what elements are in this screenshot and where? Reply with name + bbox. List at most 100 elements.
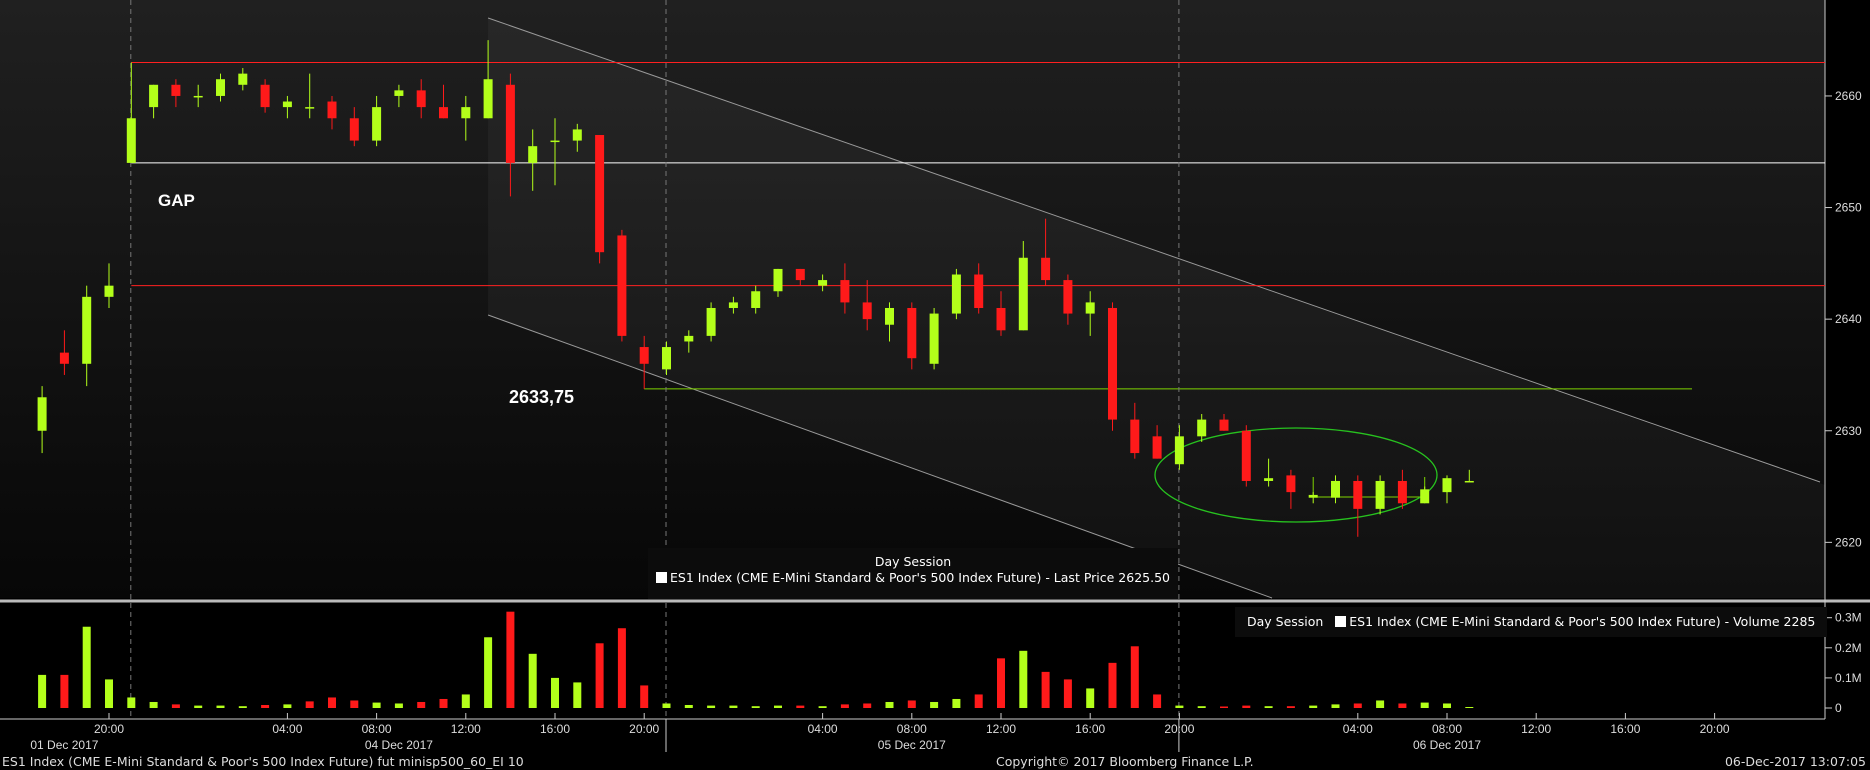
volume-tick-label: 0.2M — [1835, 641, 1862, 655]
time-tick-label: 08:00 — [897, 722, 927, 736]
candle-body — [59, 352, 69, 364]
candle-body — [862, 302, 872, 320]
candle-body — [193, 95, 203, 98]
price-tick-label: 2630 — [1835, 424, 1862, 438]
candle-body — [951, 274, 961, 314]
footer-copyright: Copyright© 2017 Bloomberg Finance L.P. — [996, 754, 1254, 769]
candle-body — [1197, 419, 1207, 437]
candle-body — [1130, 419, 1140, 454]
volume-bar — [171, 704, 180, 708]
volume-legend: Day Session ES1 Index (CME E-Mini Standa… — [1235, 607, 1828, 637]
volume-legend-session: Day Session — [1247, 614, 1324, 629]
low-price-annotation: 2633,75 — [509, 387, 574, 407]
candle-body — [706, 307, 716, 336]
volume-bar — [216, 705, 225, 708]
time-tick-label: 08:00 — [362, 722, 392, 736]
volume-bar — [105, 679, 113, 708]
volume-bar — [484, 637, 493, 708]
candle — [1375, 475, 1385, 515]
candle-body — [1219, 419, 1229, 431]
volume-tick-label: 0 — [1835, 701, 1842, 715]
candle-body — [372, 107, 382, 141]
candle-body — [1264, 478, 1274, 481]
volume-bar — [305, 701, 314, 708]
volume-bar — [149, 701, 158, 708]
price-tick-label: 2640 — [1835, 312, 1862, 326]
volume-bar — [640, 685, 649, 708]
candle-body — [439, 107, 448, 119]
time-tick-label: 04:00 — [1343, 722, 1373, 736]
candle-body — [505, 84, 515, 163]
volume-bar — [1019, 650, 1028, 708]
candle-body — [327, 101, 337, 119]
volume-bar — [684, 704, 693, 708]
volume-bar — [194, 705, 203, 708]
candle-body — [1464, 480, 1474, 483]
volume-bar — [127, 697, 136, 708]
candle-body — [795, 268, 805, 281]
volume-bar — [328, 697, 336, 708]
volume-bar — [1108, 662, 1117, 708]
date-label: 06 Dec 2017 — [1413, 738, 1481, 752]
candle-body — [82, 296, 92, 364]
volume-bar — [751, 706, 760, 708]
candle-body — [885, 307, 894, 325]
gap-annotation: GAP — [158, 191, 195, 210]
time-tick-label: 16:00 — [540, 722, 570, 736]
candle-body — [528, 146, 538, 163]
volume-bar — [1220, 706, 1228, 708]
date-label: 05 Dec 2017 — [878, 738, 946, 752]
volume-bar — [617, 628, 626, 708]
volume-bar — [60, 674, 69, 708]
candle — [951, 268, 961, 320]
volume-bar — [662, 703, 671, 708]
candle — [1241, 425, 1251, 487]
candle-body — [572, 129, 582, 141]
candle-body — [1241, 430, 1251, 481]
candle-body — [1018, 257, 1028, 331]
volume-bar — [1063, 679, 1072, 708]
date-label: 01 Dec 2017 — [30, 738, 98, 752]
volume-tick-label: 0.1M — [1835, 671, 1862, 685]
time-tick-label: 12:00 — [451, 722, 481, 736]
candle-body — [907, 307, 917, 359]
price-tick-label: 2660 — [1835, 89, 1862, 103]
candle-body — [416, 90, 426, 108]
candle-body — [1085, 302, 1095, 314]
volume-bar — [38, 674, 47, 708]
volume-legend-series: ES1 Index (CME E-Mini Standard & Poor's … — [1349, 614, 1816, 629]
candle-body — [216, 79, 225, 96]
volume-bar — [707, 705, 716, 708]
candle-body — [1286, 475, 1296, 493]
volume-bar — [997, 658, 1005, 708]
time-tick-label: 04:00 — [808, 722, 838, 736]
candle-body — [260, 84, 270, 108]
volume-bar — [1153, 694, 1162, 708]
footer-timestamp: 06-Dec-2017 13:07:05 — [1724, 754, 1866, 769]
volume-bar — [551, 677, 559, 708]
price-legend: Day Session ES1 Index (CME E-Mini Standa… — [648, 548, 1178, 599]
candle-body — [305, 107, 315, 109]
volume-bar — [1353, 703, 1362, 708]
price-tick-label: 2650 — [1835, 201, 1862, 215]
candle-body — [728, 302, 738, 308]
volume-bar — [394, 703, 403, 708]
volume-bar — [952, 698, 961, 708]
volume-bar — [261, 704, 270, 708]
volume-bar — [1197, 706, 1206, 708]
volume-bar — [1398, 703, 1407, 708]
volume-bar — [729, 705, 738, 708]
candle-body — [550, 140, 560, 143]
volume-bar — [1331, 704, 1340, 708]
volume-bar — [774, 705, 782, 708]
price-tick-label: 2620 — [1835, 535, 1862, 549]
candle-body — [349, 118, 359, 141]
candle — [929, 307, 939, 370]
candle-body — [751, 291, 761, 308]
volume-bar — [439, 698, 448, 708]
price-legend-session: Day Session — [874, 554, 952, 569]
volume-bar — [840, 704, 849, 708]
candle-body — [617, 235, 627, 336]
footer-security-description: ES1 Index (CME E-Mini Standard & Poor's … — [2, 754, 524, 769]
candle-body — [1152, 436, 1162, 459]
